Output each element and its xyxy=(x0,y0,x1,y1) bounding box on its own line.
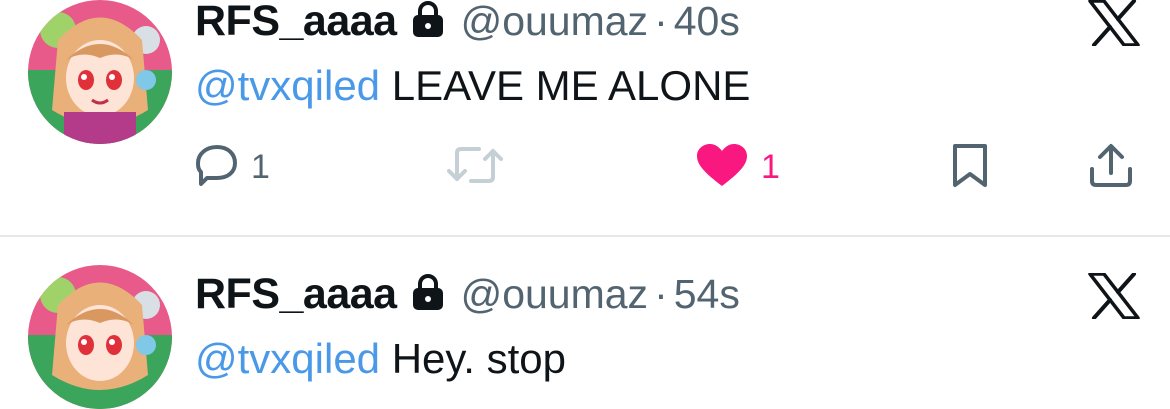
bookmark-button[interactable] xyxy=(950,140,990,194)
retweet-button[interactable] xyxy=(447,140,503,194)
like-button[interactable]: 1 xyxy=(695,140,780,194)
mention-link[interactable]: @tvxqiled xyxy=(195,335,380,382)
tweet-body: Hey. stop xyxy=(391,335,567,382)
x-close-icon[interactable] xyxy=(1088,0,1140,47)
reply-button[interactable]: 1 xyxy=(195,140,270,194)
tweet-header: RFS_aaaa @ouumaz · 40s xyxy=(195,0,740,46)
separator-dot: · xyxy=(654,0,668,44)
share-icon xyxy=(1087,141,1135,194)
separator-dot: · xyxy=(654,270,668,317)
action-bar: 1 1 xyxy=(195,140,1145,194)
reply-count: 1 xyxy=(251,147,270,186)
retweet-icon xyxy=(447,143,503,192)
timestamp[interactable]: 54s xyxy=(674,271,740,318)
tweet-text: @tvxqiled Hey. stop xyxy=(195,335,566,383)
mention-link[interactable]: @tvxqiled xyxy=(195,62,380,109)
like-count: 1 xyxy=(761,147,780,186)
lock-icon xyxy=(411,0,445,43)
tweet[interactable]: RFS_aaaa @ouumaz · 40s @tvxqiled LEAVE M… xyxy=(0,0,1170,236)
share-button[interactable] xyxy=(1087,140,1135,194)
tweet-text: @tvxqiled LEAVE ME ALONE xyxy=(195,62,750,110)
display-name[interactable]: RFS_aaaa xyxy=(195,0,397,46)
timestamp[interactable]: 40s xyxy=(674,0,740,45)
tweet-header: RFS_aaaa @ouumaz · 54s xyxy=(195,269,740,319)
tweet-body: LEAVE ME ALONE xyxy=(391,62,751,109)
reply-icon xyxy=(195,143,239,192)
avatar[interactable] xyxy=(28,265,172,409)
display-name[interactable]: RFS_aaaa xyxy=(195,270,397,319)
handle[interactable]: @ouumaz xyxy=(461,0,648,45)
handle[interactable]: @ouumaz xyxy=(461,271,648,318)
bookmark-icon xyxy=(950,142,990,193)
avatar[interactable] xyxy=(28,0,172,144)
x-close-icon[interactable] xyxy=(1088,272,1140,320)
heart-icon xyxy=(695,142,749,193)
lock-icon xyxy=(411,273,445,316)
tweet-divider xyxy=(0,235,1170,237)
